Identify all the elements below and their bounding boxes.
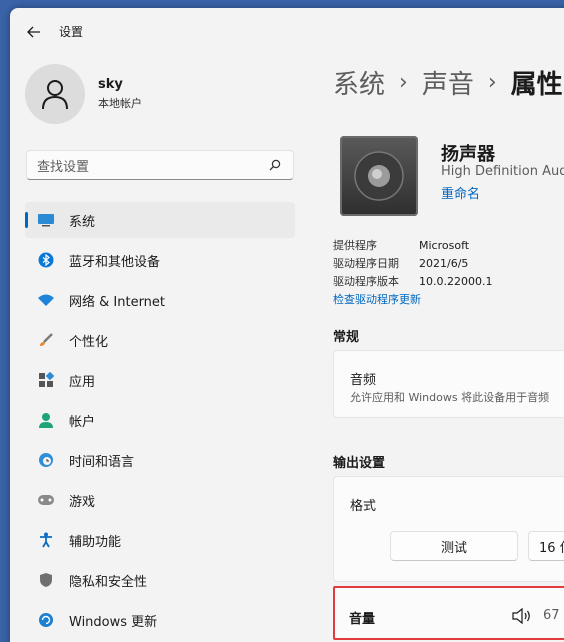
driver-date-value: 2021/6/5 <box>419 256 469 270</box>
account-icon <box>37 411 55 429</box>
wifi-icon <box>37 291 55 309</box>
search-placeholder: 查找设置 <box>37 159 90 175</box>
title-bar: 设置 <box>10 8 564 54</box>
sidebar-item-time-language[interactable]: 时间和语言 <box>25 442 295 478</box>
breadcrumb: 系统 › 声音 › 属性 <box>333 64 563 101</box>
breadcrumb-item-sound[interactable]: 声音 <box>422 64 474 101</box>
app-title: 设置 <box>59 25 84 39</box>
sidebar-item-label: 应用 <box>69 374 96 390</box>
format-title: 格式 <box>350 499 377 514</box>
device-name: 扬声器 <box>441 144 495 165</box>
bluetooth-icon <box>37 251 55 269</box>
sidebar-item-gaming[interactable]: 游戏 <box>25 482 295 518</box>
sidebar-item-apps[interactable]: 应用 <box>25 362 295 398</box>
volume-card[interactable]: 音量 67 <box>333 586 564 640</box>
shield-icon <box>37 571 55 589</box>
person-icon <box>42 80 68 110</box>
provider-value: Microsoft <box>419 238 470 252</box>
sidebar-item-label: Windows 更新 <box>69 614 158 630</box>
sidebar-item-label: 隐私和安全性 <box>69 574 148 590</box>
back-button[interactable] <box>22 20 46 44</box>
audio-card[interactable]: 音频 允许应用和 Windows 将此设备用于音频 <box>333 350 564 418</box>
clock-globe-icon <box>37 451 55 469</box>
test-button[interactable]: 测试 <box>390 531 518 561</box>
speaker-icon <box>340 136 418 216</box>
gamepad-icon <box>37 491 55 509</box>
chevron-right-icon: › <box>399 70 408 95</box>
sidebar-item-label: 个性化 <box>69 334 109 350</box>
settings-window: 设置 sky 本地帐户 查找设置 系统 蓝牙和其他设备 网络 & Interne… <box>10 8 564 642</box>
sidebar-item-accessibility[interactable]: 辅助功能 <box>25 522 295 558</box>
volume-value: 67 <box>543 608 560 623</box>
audio-description: 允许应用和 Windows 将此设备用于音频 <box>350 391 550 404</box>
brush-icon <box>37 331 55 349</box>
user-profile[interactable]: sky 本地帐户 <box>25 64 142 124</box>
sidebar-item-system[interactable]: 系统 <box>25 202 295 238</box>
sidebar-item-bluetooth[interactable]: 蓝牙和其他设备 <box>25 242 295 278</box>
general-section-title: 常规 <box>333 330 360 345</box>
sidebar-item-windows-update[interactable]: Windows 更新 <box>25 602 295 638</box>
back-arrow-icon <box>27 26 40 38</box>
profile-subtitle: 本地帐户 <box>98 97 142 110</box>
sidebar-item-label: 网络 & Internet <box>69 294 166 310</box>
driver-date-label: 驱动程序日期 <box>333 257 399 270</box>
driver-version-label: 驱动程序版本 <box>333 275 399 288</box>
device-description: High Definition Audio Device <box>441 164 564 179</box>
sidebar-item-label: 系统 <box>69 214 96 230</box>
sidebar-item-accounts[interactable]: 帐户 <box>25 402 295 438</box>
format-card: 格式 测试 16 位, 48000 Hz <box>333 476 564 582</box>
rename-link[interactable]: 重命名 <box>441 183 480 202</box>
sidebar-item-label: 游戏 <box>69 494 96 510</box>
volume-icon[interactable] <box>511 606 533 626</box>
format-select[interactable]: 16 位, 48000 Hz <box>528 531 564 561</box>
sidebar-item-privacy[interactable]: 隐私和安全性 <box>25 562 295 598</box>
driver-info: 提供程序 Microsoft 驱动程序日期 2021/6/5 驱动程序版本 10… <box>333 236 492 308</box>
audio-title: 音频 <box>350 373 377 388</box>
search-input[interactable]: 查找设置 <box>26 150 294 180</box>
sidebar-item-network[interactable]: 网络 & Internet <box>25 282 295 318</box>
sidebar-item-personalization[interactable]: 个性化 <box>25 322 295 358</box>
breadcrumb-item-system[interactable]: 系统 <box>333 64 385 101</box>
provider-label: 提供程序 <box>333 239 377 252</box>
sidebar-item-label: 蓝牙和其他设备 <box>69 254 161 270</box>
volume-label: 音量 <box>349 612 376 627</box>
sidebar-item-label: 辅助功能 <box>69 534 122 550</box>
breadcrumb-current: 属性 <box>510 70 563 100</box>
avatar <box>25 64 85 124</box>
search-icon[interactable] <box>267 157 283 173</box>
chevron-right-icon: › <box>487 70 497 95</box>
profile-name: sky <box>98 77 123 92</box>
check-driver-update-link[interactable]: 检查驱动程序更新 <box>333 291 421 307</box>
sidebar-nav: 系统 蓝牙和其他设备 网络 & Internet 个性化 应用 帐户 时间和语言 <box>25 202 295 642</box>
update-icon <box>37 611 55 629</box>
apps-icon <box>37 371 55 389</box>
driver-version-value: 10.0.22000.1 <box>419 274 493 288</box>
sidebar-item-label: 时间和语言 <box>69 454 135 470</box>
monitor-icon <box>37 211 55 229</box>
sidebar-item-label: 帐户 <box>69 414 96 430</box>
output-section-title: 输出设置 <box>333 456 386 471</box>
accessibility-icon <box>37 531 55 549</box>
